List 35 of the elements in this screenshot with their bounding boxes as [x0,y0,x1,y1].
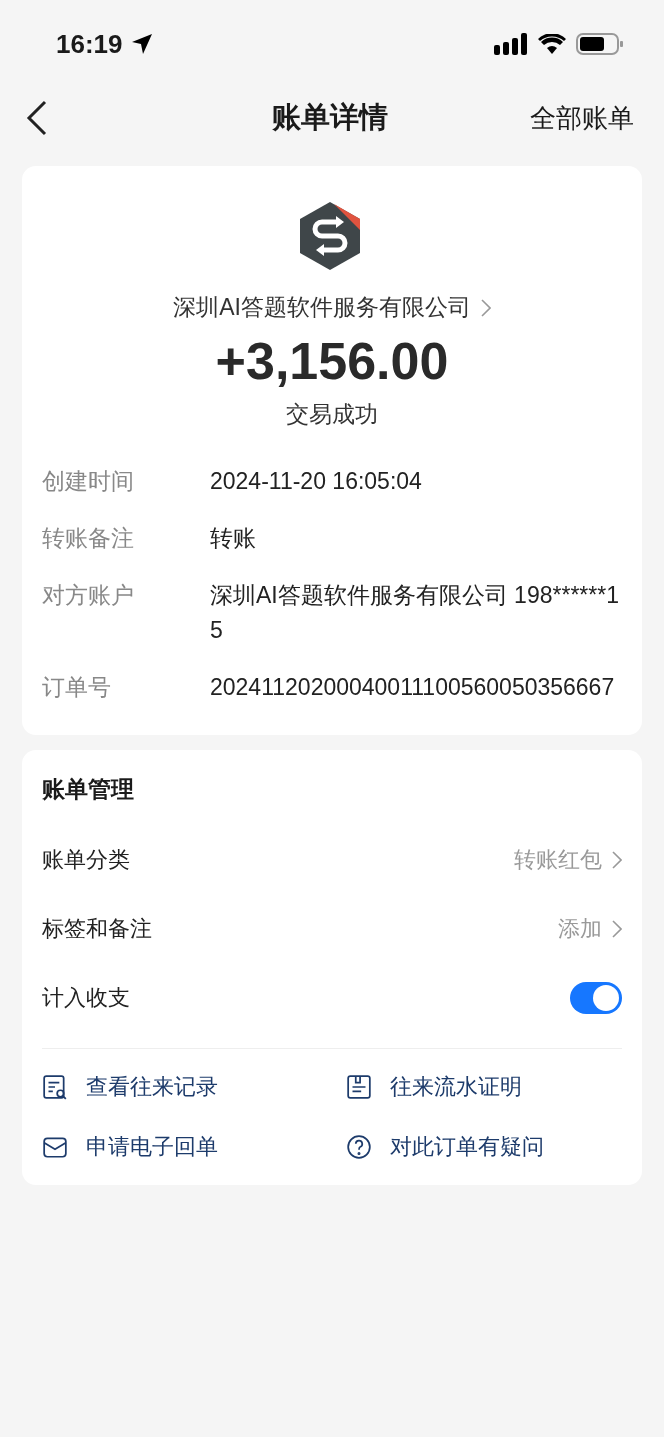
detail-value: 2024-11-20 16:05:04 [210,468,422,494]
signal-icon [494,33,528,55]
setting-label: 账单分类 [42,845,130,874]
setting-label: 标签和备注 [42,914,152,943]
merchant-link[interactable]: 深圳AI答题软件服务有限公司 [173,292,491,323]
battery-icon [576,33,624,55]
detail-label: 转账备注 [42,524,135,553]
toggle-switch[interactable] [570,981,622,1014]
detail-label: 对方账户 [42,581,135,610]
chevron-icon [480,298,491,317]
detail-label: 订单号 [42,673,112,702]
chevron-icon [612,919,622,938]
chevron-icon [612,850,622,869]
all-bills-link[interactable]: 全部账单 [530,100,634,136]
action-link[interactable]: 申请电子回单 [42,1129,218,1165]
action-link[interactable]: 往来流水证明 [346,1069,522,1105]
wifi-icon [538,34,566,54]
mail-icon [42,1134,68,1160]
detail-value: 20241120200040011100560050356667 [210,674,615,700]
setting-label: 计入收支 [42,983,130,1012]
detail-value: 转账 [210,525,256,551]
help-icon [346,1134,372,1160]
page-title: 账单详情 [272,100,388,135]
document-icon [346,1074,372,1100]
detail-label: 创建时间 [42,467,135,496]
section-title: 账单管理 [42,775,135,804]
action-link[interactable]: 查看往来记录 [42,1069,218,1105]
status-text: 交易成功 [286,400,378,429]
amount: +3,156.00 [215,331,449,391]
records-icon [42,1074,68,1100]
detail-value: 深圳AI答题软件服务有限公司 198******15 [210,582,619,643]
back-icon[interactable] [26,100,48,136]
clock-time: 16:19 [56,28,123,60]
location-arrow-icon [130,33,153,55]
action-link[interactable]: 对此订单有疑问 [346,1129,544,1165]
